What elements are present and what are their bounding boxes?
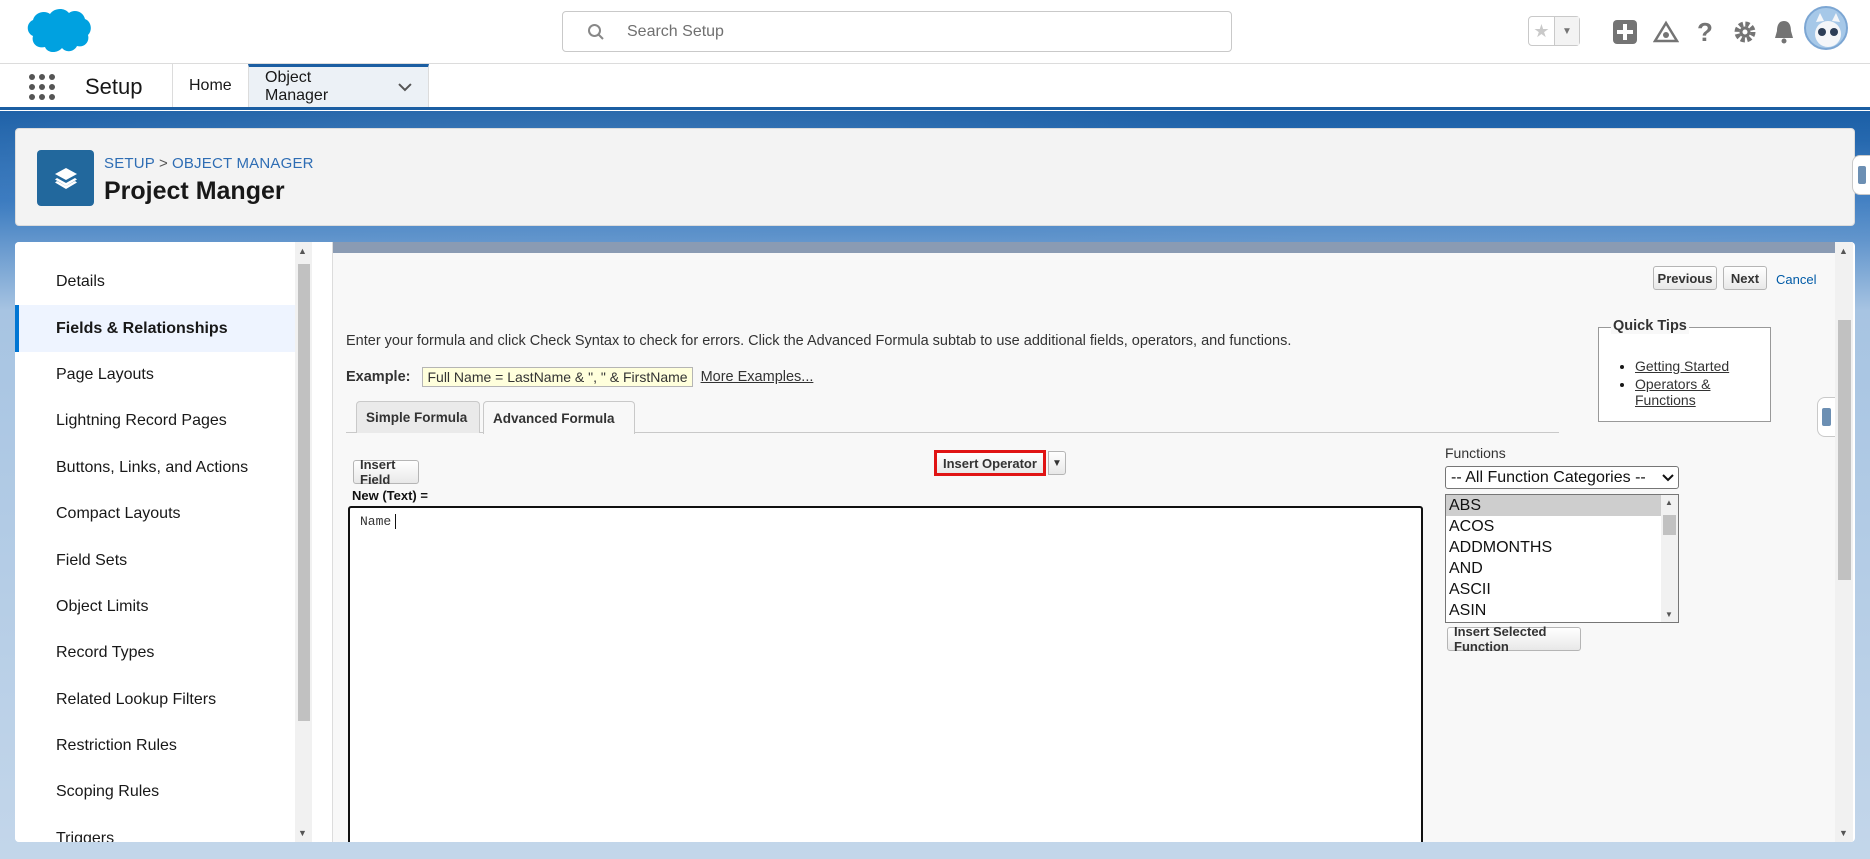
search-box[interactable] xyxy=(562,11,1232,52)
quick-tip-item: Getting Started xyxy=(1635,358,1770,374)
help-icon[interactable]: ? xyxy=(1690,14,1720,50)
global-create-icon[interactable] xyxy=(1610,14,1640,50)
tab-object-manager-label: Object Manager xyxy=(265,69,329,104)
functions-listbox[interactable]: ABS ACOS ADDMONTHS AND ASCII ASIN ▲ ▼ xyxy=(1445,494,1679,623)
scroll-down-icon[interactable]: ▼ xyxy=(298,828,307,838)
sidebar-item-record-types[interactable]: Record Types xyxy=(15,630,295,676)
sidebar-scroll-thumb[interactable] xyxy=(298,264,310,721)
scroll-down-icon[interactable]: ▼ xyxy=(1839,828,1848,838)
quick-tips-box: Quick Tips Getting Started Operators & F… xyxy=(1598,318,1771,422)
functions-scroll-thumb[interactable] xyxy=(1663,515,1676,535)
function-category-value: -- All Function Categories -- xyxy=(1451,468,1646,486)
quick-tips-list: Getting Started Operators & Functions xyxy=(1617,358,1770,410)
app-name: Setup xyxy=(85,74,143,99)
app-navigation-bar: Setup Home Object Manager xyxy=(0,64,1870,110)
function-option-abs[interactable]: ABS xyxy=(1446,495,1661,516)
formula-tabs: Simple Formula Advanced Formula xyxy=(346,401,1559,434)
scroll-up-icon[interactable]: ▲ xyxy=(1839,246,1848,256)
sidebar-scrollbar[interactable]: ▲ ▼ xyxy=(295,242,312,842)
favorites-caret-icon[interactable]: ▼ xyxy=(1555,17,1579,45)
breadcrumb: SETUP > OBJECT MANAGER xyxy=(104,155,314,172)
formula-textarea[interactable]: Name xyxy=(348,506,1423,842)
sidebar-item-page-layouts[interactable]: Page Layouts xyxy=(15,352,295,398)
formula-text: Name xyxy=(360,514,392,529)
object-header: SETUP > OBJECT MANAGER Project Manger xyxy=(15,128,1855,226)
sidebar-item-scoping-rules[interactable]: Scoping Rules xyxy=(15,769,295,815)
formula-field-label: New (Text) = xyxy=(352,488,428,503)
search-icon xyxy=(588,24,604,40)
trailhead-icon[interactable] xyxy=(1651,14,1681,50)
next-button[interactable]: Next xyxy=(1723,266,1767,290)
functions-scrollbar[interactable]: ▲ ▼ xyxy=(1661,495,1678,622)
example-label: Example: xyxy=(346,369,411,385)
quick-tip-item: Operators & Functions xyxy=(1635,376,1770,408)
sidebar-item-restriction-rules[interactable]: Restriction Rules xyxy=(15,723,295,769)
side-panel-toggle[interactable] xyxy=(1852,155,1870,195)
chevron-down-icon xyxy=(1662,473,1674,481)
app-launcher-icon[interactable] xyxy=(28,73,56,101)
frame-scrollbar[interactable]: ▲ ▼ xyxy=(1835,242,1853,842)
getting-started-link[interactable]: Getting Started xyxy=(1635,358,1729,374)
search-input[interactable] xyxy=(627,20,1187,44)
chevron-down-icon[interactable] xyxy=(398,82,412,92)
sidebar-list: Details Fields & Relationships Page Layo… xyxy=(15,259,295,842)
layers-icon xyxy=(37,150,94,206)
insert-operator-button[interactable]: Insert Operator xyxy=(934,450,1046,476)
tab-home[interactable]: Home xyxy=(172,64,248,107)
scroll-up-icon[interactable]: ▲ xyxy=(1665,498,1673,507)
main-container: Details Fields & Relationships Page Layo… xyxy=(15,242,1855,842)
more-examples-link[interactable]: More Examples... xyxy=(701,369,814,385)
sidebar-item-fields-relationships[interactable]: Fields & Relationships xyxy=(15,305,295,352)
tab-home-label: Home xyxy=(189,76,232,94)
functions-label: Functions xyxy=(1445,445,1506,461)
global-header: ★ ▼ ? xyxy=(0,0,1870,64)
quick-tips-panel-toggle[interactable] xyxy=(1817,397,1835,437)
star-icon[interactable]: ★ xyxy=(1529,17,1555,45)
tab-object-manager[interactable]: Object Manager xyxy=(248,64,429,107)
breadcrumb-separator: > xyxy=(159,155,168,172)
formula-instructions: Enter your formula and click Check Synta… xyxy=(346,333,1292,349)
object-sidebar: Details Fields & Relationships Page Layo… xyxy=(15,242,315,842)
scroll-up-icon[interactable]: ▲ xyxy=(298,246,307,256)
salesforce-logo[interactable] xyxy=(20,6,92,56)
insert-field-button[interactable]: Insert Field xyxy=(353,457,419,487)
insert-operator-control: Insert Operator ▼ xyxy=(934,450,1066,476)
function-category-select[interactable]: -- All Function Categories -- xyxy=(1445,466,1679,489)
breadcrumb-setup[interactable]: SETUP xyxy=(104,155,155,172)
text-cursor xyxy=(395,514,397,530)
function-option-ascii[interactable]: ASCII xyxy=(1446,579,1661,600)
sidebar-item-triggers[interactable]: Triggers xyxy=(15,816,295,842)
sidebar-item-buttons-links-actions[interactable]: Buttons, Links, and Actions xyxy=(15,445,295,491)
sidebar-item-lightning-record-pages[interactable]: Lightning Record Pages xyxy=(15,398,295,444)
user-avatar[interactable] xyxy=(1804,6,1848,50)
favorites-group[interactable]: ★ ▼ xyxy=(1528,16,1580,46)
insert-operator-dropdown-icon[interactable]: ▼ xyxy=(1047,451,1066,475)
breadcrumb-object-manager[interactable]: OBJECT MANAGER xyxy=(172,155,314,172)
page-title: Project Manger xyxy=(104,177,285,205)
function-option-acos[interactable]: ACOS xyxy=(1446,516,1661,537)
frame-scroll-thumb[interactable] xyxy=(1838,320,1851,580)
example-formula: Full Name = LastName & ", " & FirstName xyxy=(422,367,693,387)
insert-selected-function-button[interactable]: Insert Selected Function xyxy=(1447,624,1581,654)
sidebar-item-compact-layouts[interactable]: Compact Layouts xyxy=(15,491,295,537)
example-row: Example: Full Name = LastName & ", " & F… xyxy=(346,367,813,387)
cancel-link[interactable]: Cancel xyxy=(1776,272,1816,287)
function-option-and[interactable]: AND xyxy=(1446,558,1661,579)
tab-simple-formula[interactable]: Simple Formula xyxy=(356,401,480,433)
quick-tips-title: Quick Tips xyxy=(1611,318,1689,334)
sidebar-item-object-limits[interactable]: Object Limits xyxy=(15,584,295,630)
function-option-asin[interactable]: ASIN xyxy=(1446,600,1661,621)
formula-editor-frame: Previous Next Cancel Enter your formula … xyxy=(332,242,1853,842)
previous-button[interactable]: Previous xyxy=(1653,266,1717,290)
sidebar-item-details[interactable]: Details xyxy=(15,259,295,305)
sidebar-item-related-lookup-filters[interactable]: Related Lookup Filters xyxy=(15,677,295,723)
sidebar-item-field-sets[interactable]: Field Sets xyxy=(15,537,295,583)
frame-top-bar xyxy=(333,242,1835,253)
scroll-down-icon[interactable]: ▼ xyxy=(1665,610,1673,619)
bell-icon[interactable] xyxy=(1769,14,1799,50)
gear-icon[interactable] xyxy=(1730,14,1760,50)
tab-advanced-formula[interactable]: Advanced Formula xyxy=(483,401,635,434)
operators-functions-link[interactable]: Operators & Functions xyxy=(1635,376,1710,408)
function-option-addmonths[interactable]: ADDMONTHS xyxy=(1446,537,1661,558)
